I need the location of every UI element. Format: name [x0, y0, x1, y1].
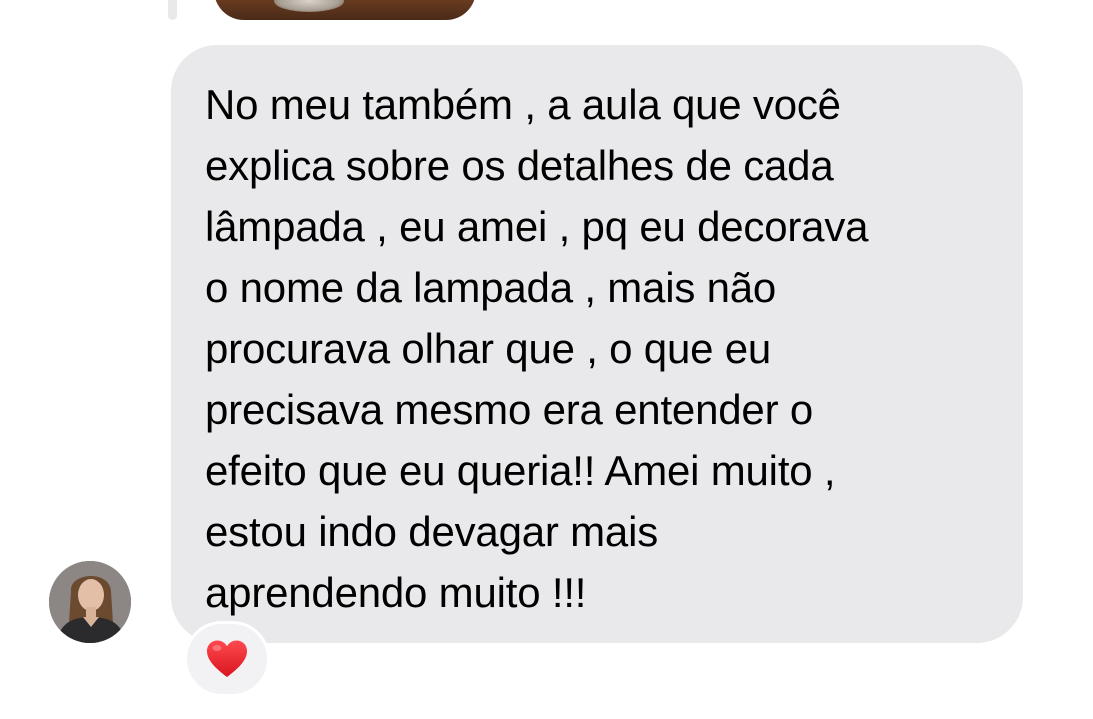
previous-message-media[interactable]: [214, 0, 476, 20]
sender-avatar[interactable]: [49, 561, 131, 643]
avatar-photo-icon: [49, 561, 131, 643]
message-text: No meu também , a aula que você explica …: [205, 81, 869, 616]
message-reaction[interactable]: [184, 621, 270, 697]
red-heart-icon: [207, 640, 247, 677]
previous-message-reply-line: [168, 0, 177, 20]
